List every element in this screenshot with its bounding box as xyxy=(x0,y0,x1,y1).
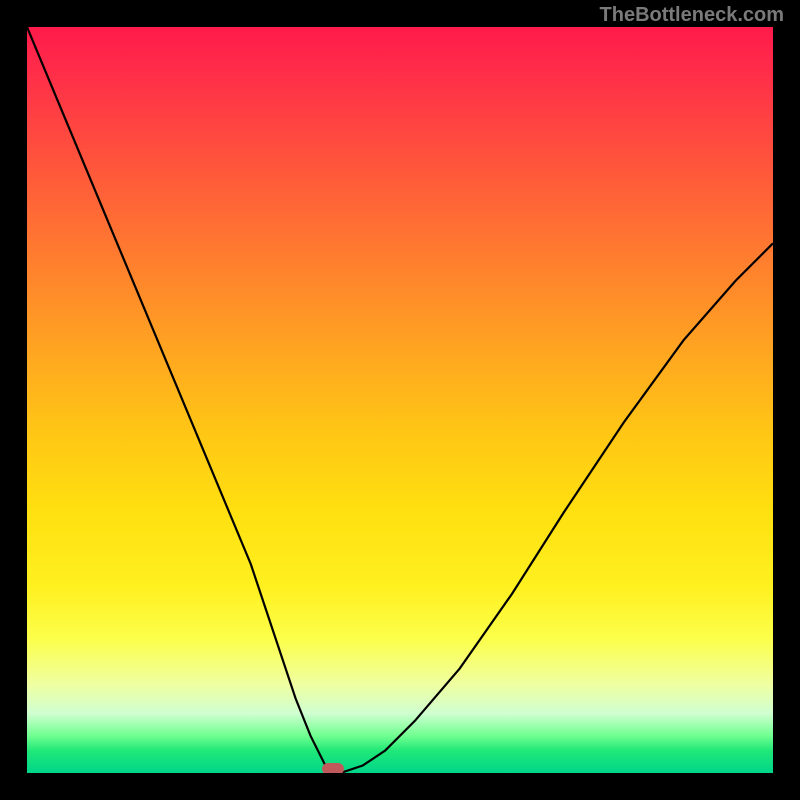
bottleneck-curve xyxy=(27,27,773,773)
optimal-point-marker xyxy=(322,763,344,773)
watermark-text: TheBottleneck.com xyxy=(600,4,784,27)
curve-svg xyxy=(27,27,773,773)
chart-container: TheBottleneck.com xyxy=(0,0,800,800)
plot-area xyxy=(27,27,773,773)
